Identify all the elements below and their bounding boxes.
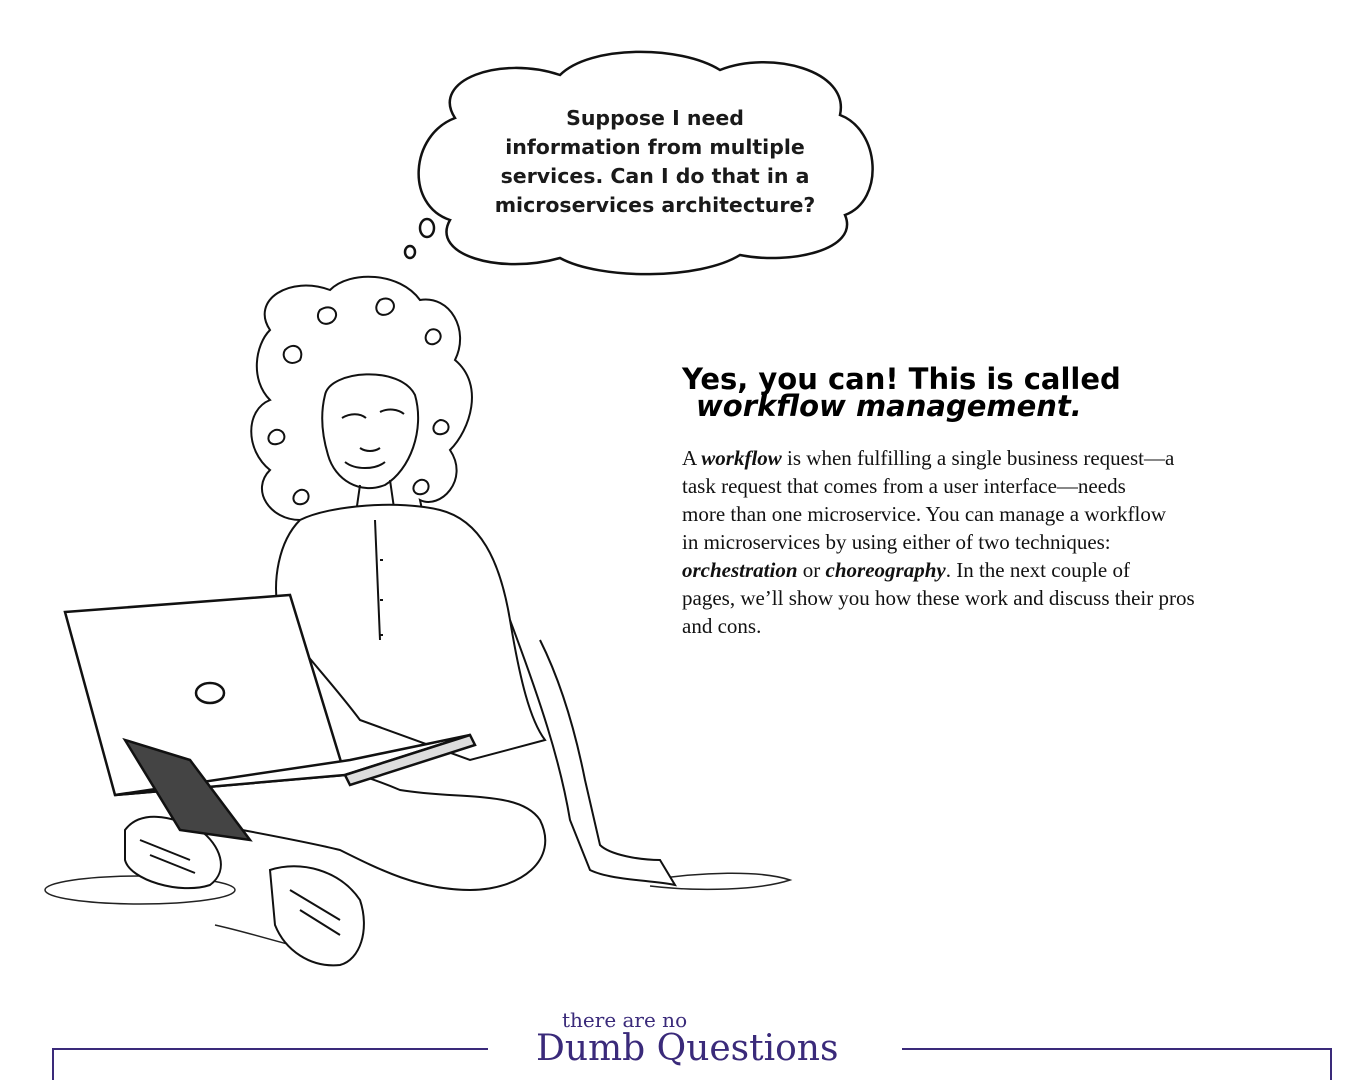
banner-border-left [52, 1048, 54, 1080]
body-line-1: A workflow is when fulfilling a single b… [682, 444, 1342, 472]
heading-line-2: workflow management. [696, 389, 1082, 423]
body-line-4: in microservices by using either of two … [682, 530, 1111, 554]
text-segment: . In the next couple of [945, 558, 1130, 582]
body-line-5: orchestration or choreography. In the ne… [682, 556, 1342, 584]
bubble-line-3: services. Can I do that in a [500, 164, 810, 188]
bubble-line-1: Suppose I need [566, 106, 744, 130]
body-line-2: task request that comes from a user inte… [682, 474, 1126, 498]
face [321, 373, 420, 521]
bubble-line-4: microservices architecture? [494, 193, 816, 217]
section-heading: Yes, you can! This is called workflow ma… [682, 365, 1322, 423]
body-line-6: pages, we’ll show you how these work and… [682, 586, 1195, 610]
text-segment: A [682, 446, 702, 470]
floor-shadow [44, 872, 793, 956]
body-paragraph: A workflow is when fulfilling a single b… [682, 444, 1342, 640]
choreography-term: choreography [825, 558, 946, 582]
bubble-line-2: information from multiple [505, 135, 805, 159]
text-segment: is when fulfilling a single business req… [781, 446, 1175, 470]
banner-small-text: there are no [562, 1008, 688, 1032]
banner-rule-left [52, 1048, 488, 1050]
workflow-term: workflow [701, 446, 782, 470]
banner-border-right [1330, 1048, 1332, 1080]
thought-bubble-text: Suppose I need information from multiple… [470, 104, 840, 220]
body-line-3: more than one microservice. You can mana… [682, 502, 1167, 526]
banner-title: Dumb Questions [536, 1028, 839, 1069]
text-segment: or [797, 558, 826, 582]
body-line-7: and cons. [682, 614, 762, 638]
banner-rule-right [902, 1048, 1332, 1050]
orchestration-term: orchestration [682, 558, 798, 582]
